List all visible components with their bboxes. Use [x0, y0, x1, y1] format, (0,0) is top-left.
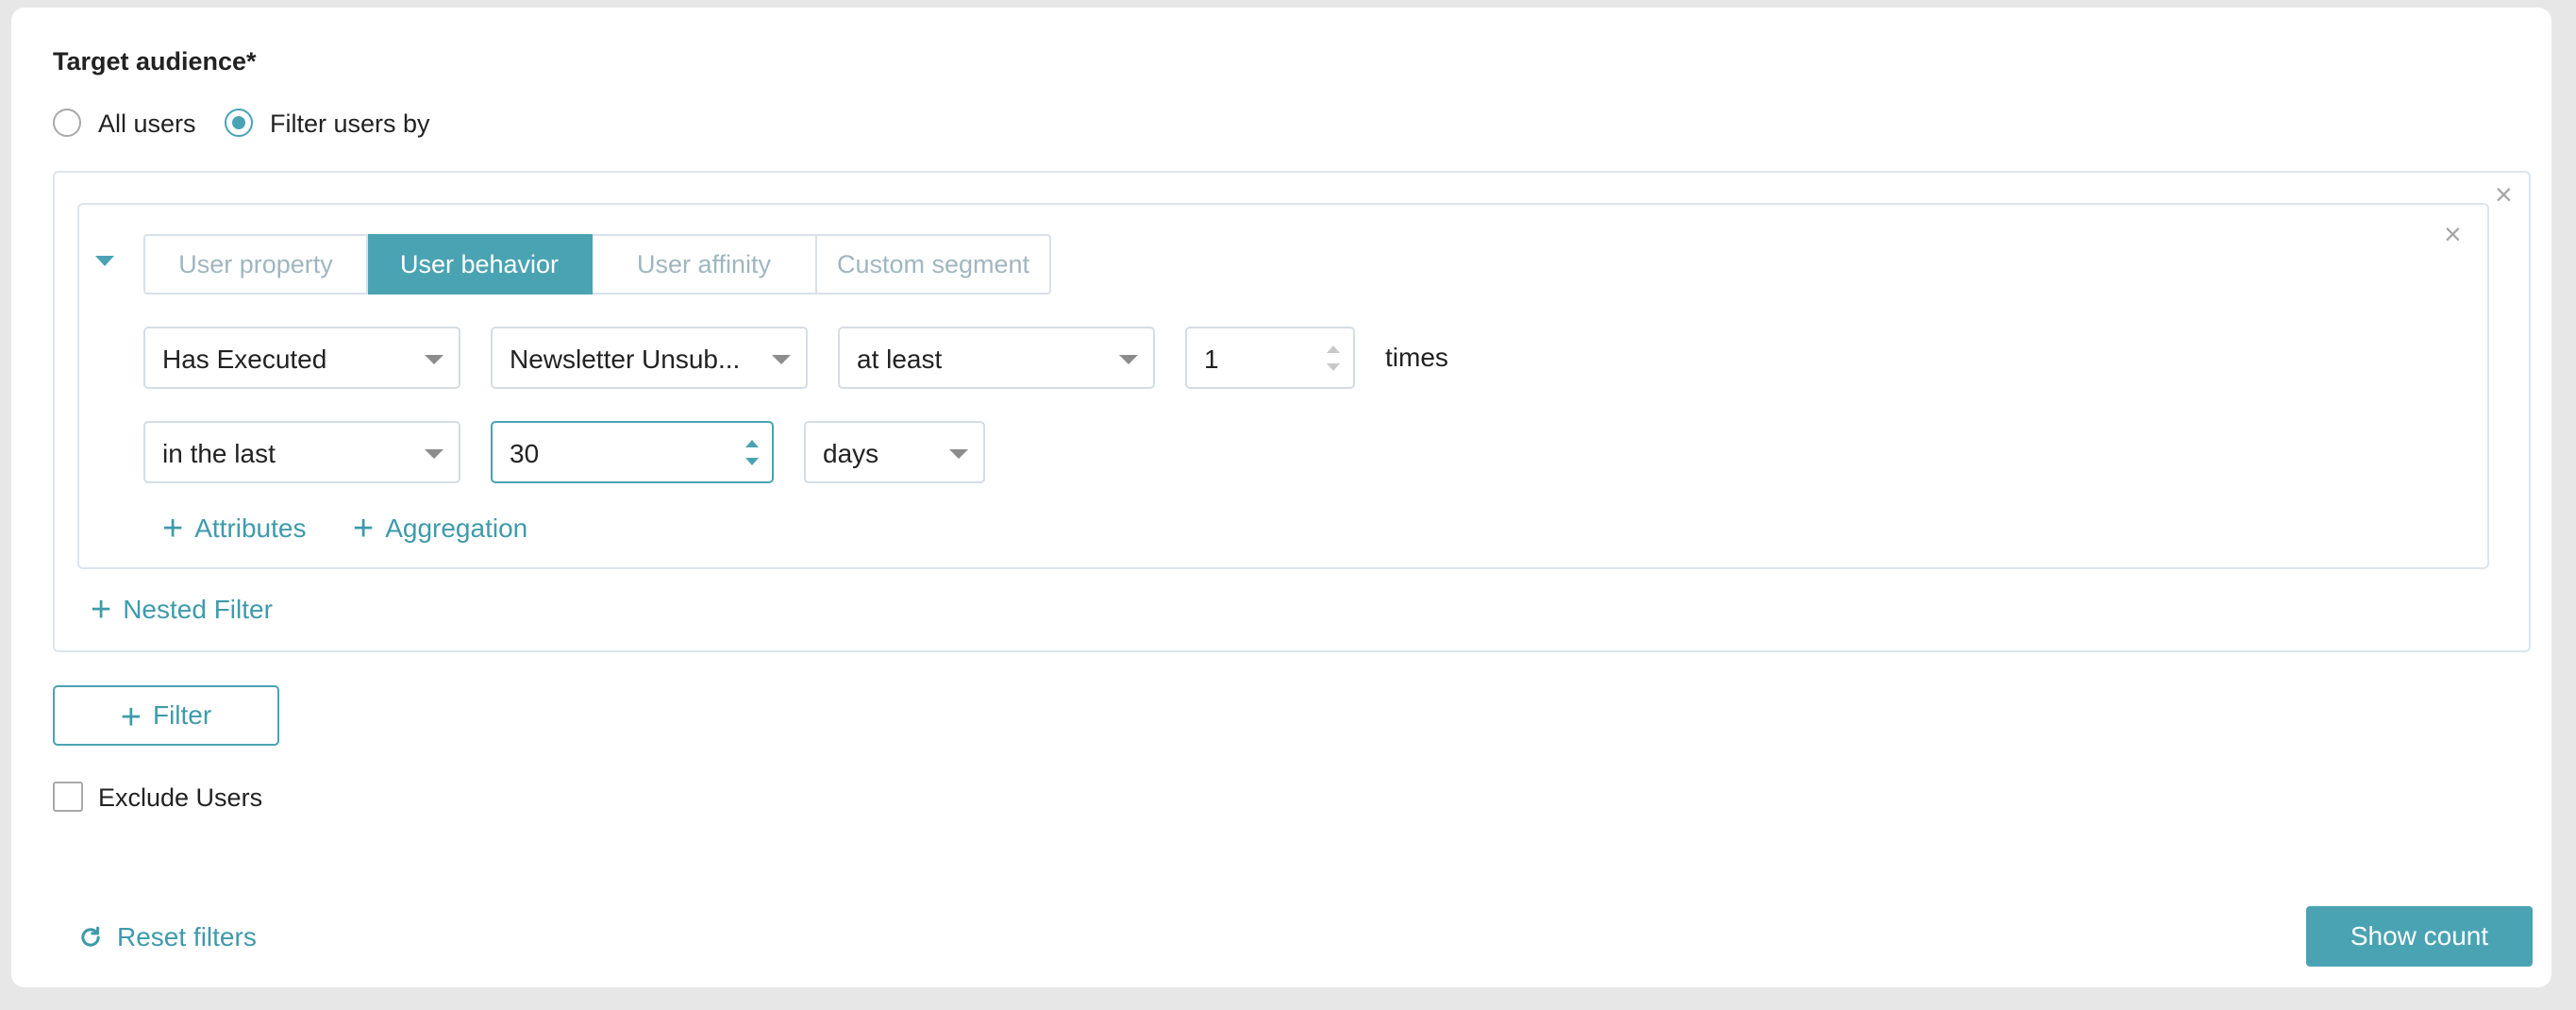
add-filter-label: Filter — [152, 700, 212, 730]
comparator-select[interactable]: at least — [838, 327, 1155, 389]
filter-users-radio[interactable] — [225, 109, 253, 137]
audience-card: Target audience* All users Filter users … — [11, 8, 2551, 987]
increment-icon[interactable] — [745, 440, 759, 447]
close-icon[interactable]: × — [2444, 219, 2462, 249]
unit-select[interactable]: days — [804, 421, 985, 483]
chevron-down-icon[interactable] — [95, 256, 114, 266]
chevron-down-icon — [425, 449, 443, 459]
plus-icon: + — [353, 509, 375, 548]
filter-users-label[interactable]: Filter users by — [270, 109, 430, 139]
unit-value: days — [823, 439, 879, 468]
add-aggregation-label: Aggregation — [385, 513, 528, 543]
close-icon[interactable]: × — [2495, 179, 2513, 210]
increment-icon[interactable] — [1327, 345, 1340, 353]
count-value: 1 — [1204, 345, 1219, 374]
event-select[interactable]: Newsletter Unsub... — [491, 327, 808, 389]
add-aggregation-button[interactable]: + Aggregation — [353, 506, 528, 548]
plus-icon: + — [120, 697, 142, 737]
nested-filter-label: Nested Filter — [123, 595, 273, 624]
time-range-select[interactable]: in the last — [143, 421, 460, 483]
add-filter-button[interactable]: + Filter — [53, 685, 279, 746]
event-value: Newsletter Unsub... — [510, 345, 741, 374]
time-range-value: in the last — [162, 439, 276, 468]
filter-type-tabs: User property User behavior User affinit… — [143, 234, 1051, 295]
plus-icon: + — [162, 509, 184, 548]
all-users-label[interactable]: All users — [98, 109, 196, 139]
chevron-down-icon — [949, 449, 968, 459]
exclude-users-checkbox[interactable] — [53, 782, 83, 812]
chevron-down-icon — [425, 355, 443, 364]
section-title: Target audience* — [53, 47, 257, 76]
add-attributes-label: Attributes — [194, 513, 307, 543]
add-attributes-button[interactable]: + Attributes — [162, 506, 307, 548]
duration-value: 30 — [510, 439, 540, 468]
tab-custom-segment[interactable]: Custom segment — [817, 234, 1051, 295]
chevron-down-icon — [772, 355, 791, 364]
decrement-icon[interactable] — [1327, 363, 1340, 371]
decrement-icon[interactable] — [745, 458, 759, 465]
tab-user-property[interactable]: User property — [143, 234, 368, 295]
plus-icon: + — [91, 590, 112, 630]
reset-filters-label: Reset filters — [117, 922, 257, 951]
tab-user-behavior[interactable]: User behavior — [368, 234, 593, 295]
count-input[interactable]: 1 — [1185, 327, 1355, 389]
refresh-icon — [81, 926, 100, 947]
duration-input[interactable]: 30 — [491, 421, 774, 483]
show-count-button[interactable]: Show count — [2306, 906, 2533, 967]
all-users-radio[interactable] — [53, 109, 81, 137]
exclude-users-label[interactable]: Exclude Users — [98, 783, 262, 813]
action-value: Has Executed — [162, 345, 327, 374]
chevron-down-icon — [1119, 355, 1138, 364]
count-suffix: times — [1385, 343, 1448, 372]
action-select[interactable]: Has Executed — [143, 327, 460, 389]
add-nested-filter-button[interactable]: + Nested Filter — [91, 587, 273, 630]
tab-user-affinity[interactable]: User affinity — [593, 234, 817, 295]
reset-filters-button[interactable]: Reset filters — [77, 922, 257, 952]
comparator-value: at least — [857, 345, 943, 374]
